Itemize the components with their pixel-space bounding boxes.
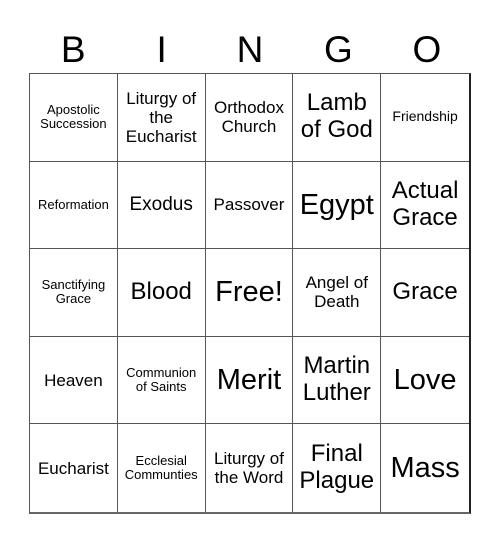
bingo-cell-text: Final Plague [299,440,375,495]
bingo-cell-text: Love [393,363,457,396]
header-letter-i: I [156,29,167,70]
bingo-cell-text: Grace [392,278,458,306]
bingo-cell-text: Sanctifying Grace [41,276,106,307]
bingo-grid: Apostolic Succession Liturgy of the Eucha… [29,73,471,514]
bingo-cell[interactable]: Reformation [30,161,118,250]
bingo-cell[interactable]: Blood [117,249,206,337]
bingo-cell-text: Heaven [44,370,103,390]
bingo-cell-text: Friendship [392,108,458,125]
bingo-cell-text: Passover [213,195,285,215]
header-letter-n: N [236,29,264,70]
bingo-cell[interactable]: Communion of Saints [117,336,206,425]
header-letter-b: B [60,29,86,70]
bingo-cell[interactable]: Lamb of God [293,74,382,162]
bingo-cell-text: Free! [215,276,283,309]
bingo-cell[interactable]: Liturgy of the Eucharist [117,74,206,162]
bingo-cell-text: Eucharist [37,458,109,478]
bingo-cell[interactable]: Ecclesial Communties [118,424,206,512]
bingo-cell-text: Apostolic Succession [40,101,107,132]
bingo-cell[interactable]: Exodus [117,161,206,250]
bingo-cell-text: Ecclesial Communties [124,452,198,483]
header-letter-o: O [412,29,442,70]
bingo-cell[interactable]: Eucharist [30,424,118,512]
bingo-header: B I N G O [29,28,471,72]
bingo-cell[interactable]: Love [381,337,469,425]
bingo-cell[interactable]: Martin Luther [293,336,382,425]
bingo-cell-text: Blood [130,278,192,306]
bingo-cell[interactable]: Sanctifying Grace [30,249,118,337]
bingo-cell[interactable]: Heaven [30,336,118,425]
bingo-cell-text: Communion of Saints [126,364,197,395]
bingo-cell[interactable]: Passover [205,161,294,250]
bingo-cell-text: Liturgy of the Word [214,449,284,488]
bingo-cell[interactable]: Mass [381,424,469,512]
bingo-cell-text: Martin Luther [302,352,371,407]
bingo-cell[interactable]: Merit [205,336,294,425]
bingo-cell-text: Actual Grace [391,177,459,231]
bingo-cell[interactable]: Liturgy of the Word [206,424,294,512]
bingo-cell-text: Exodus [129,194,193,216]
header-letter-g: G [324,29,353,70]
bingo-cell-text: Merit [216,363,282,396]
bingo-cell-text: Orthodox Church [214,98,284,137]
bingo-cell[interactable]: Friendship [381,74,469,162]
bingo-cell[interactable]: Actual Grace [381,162,469,250]
bingo-cell[interactable]: Free! [205,249,294,337]
bingo-cell[interactable]: Final Plague [293,424,382,512]
bingo-cell-text: Angel of Death [305,273,368,312]
bingo-cell-text: Reformation [37,196,109,212]
bingo-cell-text: Egypt [299,188,374,221]
bingo-cell[interactable]: Apostolic Succession [30,74,118,162]
bingo-cell-text: Lamb of God [300,89,373,144]
bingo-cell-text: Mass [390,451,460,484]
bingo-cell[interactable]: Orthodox Church [205,74,294,162]
bingo-cell[interactable]: Grace [381,249,469,337]
bingo-cell-text: Liturgy of the Eucharist [125,88,197,146]
bingo-cell[interactable]: Egypt [293,161,382,250]
bingo-cell[interactable]: Angel of Death [293,249,382,337]
